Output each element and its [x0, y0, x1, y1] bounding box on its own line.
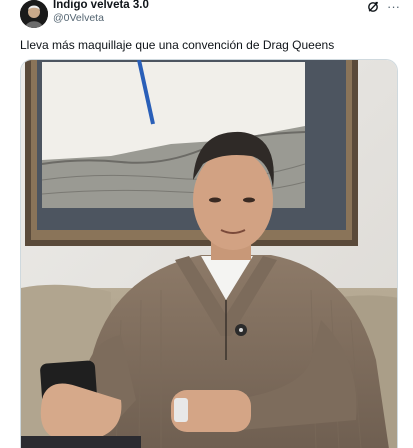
- video-still-image: [21, 60, 397, 448]
- grok-icon[interactable]: [367, 1, 379, 13]
- avatar[interactable]: [20, 0, 48, 28]
- author-block[interactable]: Indigo velveta 3.0 @0Velveta: [53, 0, 149, 25]
- tweet-text: Lleva más maquillaje que una convención …: [20, 38, 335, 52]
- tweet-media[interactable]: [20, 59, 398, 448]
- tweet[interactable]: Indigo velveta 3.0 @0Velveta ··· Lleva m…: [0, 0, 413, 448]
- header-actions: ···: [367, 0, 400, 14]
- more-options-icon[interactable]: ···: [387, 0, 400, 13]
- author-display-name[interactable]: Indigo velveta 3.0: [53, 0, 149, 12]
- author-handle[interactable]: @0Velveta: [53, 12, 149, 25]
- tweet-header: Indigo velveta 3.0 @0Velveta ···: [20, 0, 400, 28]
- avatar-icon: [20, 0, 48, 28]
